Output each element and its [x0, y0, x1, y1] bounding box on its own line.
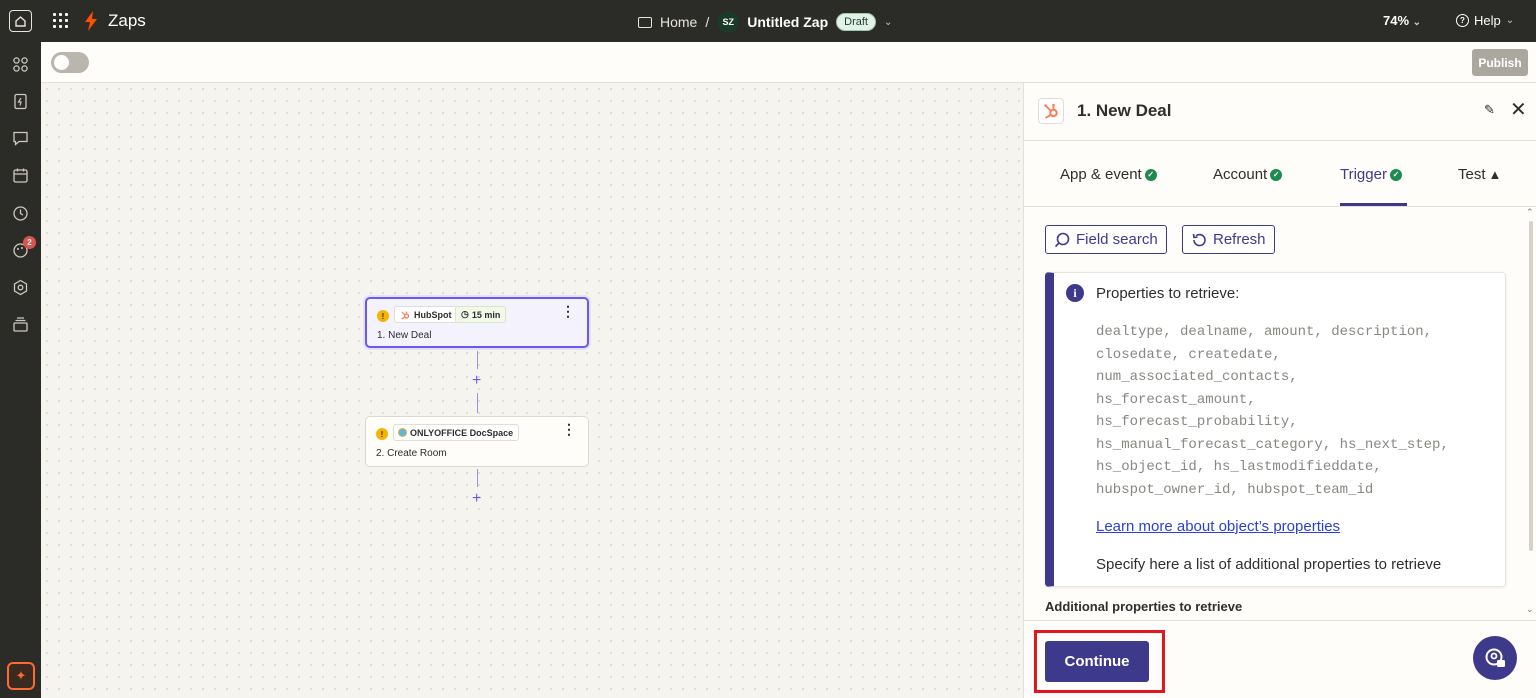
chevron-down-icon: ⌄ [1412, 17, 1422, 28]
chevron-down-icon[interactable]: ⌄ [884, 17, 892, 28]
chat-support-icon[interactable] [1473, 636, 1517, 680]
clock-icon: ◷ [461, 309, 469, 319]
panel-header: 1. New Deal ✎ ✕ [1024, 83, 1536, 141]
check-circle-icon: ✓ [1389, 168, 1402, 181]
avatar: SZ [717, 11, 740, 33]
warning-icon: ! [376, 428, 388, 440]
check-circle-icon: ✓ [1270, 168, 1283, 181]
top-bar: Zaps Home / SZ Untitled Zap Draft ⌄ 74% … [0, 0, 1536, 42]
info-callout: i Properties to retrieve: dealtype, deal… [1045, 272, 1506, 587]
step-title: 1. New Deal [377, 330, 432, 341]
warning-icon: ! [377, 310, 389, 322]
connector-line [477, 393, 478, 413]
step-editor-panel: 1. New Deal ✎ ✕ App & event ✓ Account ✓ … [1023, 83, 1536, 698]
hubspot-icon [401, 311, 410, 320]
field-search-button[interactable]: Field search [1045, 225, 1167, 254]
step-tabs: App & event ✓ Account ✓ Trigger ✓ Test ▲ [1024, 141, 1536, 207]
polling-time-pill: ◷ 15 min [455, 306, 507, 323]
app-pill: HubSpot [394, 306, 458, 323]
zaps-icon[interactable] [12, 93, 29, 110]
zap-canvas[interactable]: ! HubSpot ◷ 15 min ⋮ 1. New Deal + ! ONL… [41, 83, 1023, 698]
history-icon[interactable] [12, 205, 29, 222]
step-card-trigger[interactable]: ! HubSpot ◷ 15 min ⋮ 1. New Deal [365, 297, 589, 348]
check-circle-icon: ✓ [1144, 168, 1157, 181]
more-options-icon[interactable]: ⋮ [561, 304, 575, 318]
panel-footer: Continue [1024, 620, 1536, 698]
continue-button[interactable]: Continue [1045, 641, 1149, 682]
connector-line [477, 351, 478, 369]
connector-line [477, 469, 478, 487]
info-icon: i [1066, 284, 1084, 302]
settings-icon[interactable] [12, 279, 29, 296]
scroll-down-icon[interactable]: ⌄ [1526, 604, 1534, 615]
breadcrumb-home[interactable]: Home [660, 14, 697, 30]
app-grid-icon[interactable] [53, 13, 68, 28]
search-icon [1054, 232, 1070, 247]
step-card-action[interactable]: ! ONLYOFFICE DocSpace ⋮ 2. Create Room [365, 416, 589, 467]
refresh-icon [1192, 233, 1206, 246]
tab-trigger[interactable]: Trigger ✓ [1340, 166, 1402, 183]
zapier-bolt-icon [84, 11, 98, 36]
left-sidebar: 2 ✦ [0, 42, 41, 698]
publish-button[interactable]: Publish [1472, 49, 1528, 76]
refresh-button[interactable]: Refresh [1182, 225, 1275, 254]
scroll-up-icon[interactable]: ⌃ [1526, 207, 1534, 218]
onlyoffice-icon [399, 429, 406, 436]
learn-more-link[interactable]: Learn more about object’s properties [1096, 518, 1340, 535]
chevron-down-icon: ⌄ [1505, 15, 1515, 26]
app-pill: ONLYOFFICE DocSpace [393, 424, 520, 441]
tables-icon[interactable] [12, 167, 29, 184]
tab-app-event[interactable]: App & event ✓ [1060, 166, 1157, 183]
add-step-button[interactable]: + [472, 490, 481, 508]
editor-toolbar: Publish [41, 42, 1536, 83]
info-title: Properties to retrieve: [1096, 285, 1240, 302]
home-icon[interactable] [9, 10, 32, 32]
status-badge: Draft [836, 13, 876, 31]
tab-test[interactable]: Test ▲ [1458, 166, 1501, 183]
folder-icon [638, 16, 652, 28]
warning-triangle-icon: ▲ [1488, 167, 1502, 182]
panel-title: 1. New Deal [1077, 101, 1172, 120]
info-description: Specify here a list of additional proper… [1096, 556, 1442, 573]
interfaces-icon[interactable] [12, 130, 29, 147]
properties-list: dealtype, dealname, amount, description,… [1096, 324, 1449, 498]
step-title: 2. Create Room [376, 448, 447, 459]
help-menu[interactable]: ? Help ⌄ [1456, 13, 1514, 28]
archive-icon[interactable] [12, 316, 29, 333]
active-tab-indicator [1340, 203, 1407, 206]
help-icon: ? [1456, 14, 1469, 27]
more-options-icon[interactable]: ⋮ [562, 422, 576, 436]
zoom-level: 74% [1383, 13, 1410, 28]
zap-name[interactable]: Untitled Zap [747, 14, 828, 30]
tab-account[interactable]: Account ✓ [1213, 166, 1283, 183]
hubspot-icon [1038, 98, 1064, 124]
close-icon[interactable]: ✕ [1510, 97, 1527, 122]
zaps-link[interactable]: Zaps [108, 11, 146, 31]
help-label: Help [1474, 13, 1501, 28]
copilot-sparkle-icon[interactable]: ✦ [7, 662, 35, 690]
scrollbar[interactable] [1529, 221, 1533, 551]
apps-icon[interactable] [12, 56, 29, 73]
zap-on-off-toggle[interactable] [51, 52, 89, 73]
field-label: Additional properties to retrieve [1045, 599, 1243, 614]
notification-badge: 2 [23, 236, 36, 249]
breadcrumb-separator: / [705, 14, 710, 30]
breadcrumb: Home / SZ Untitled Zap Draft ⌄ [638, 11, 892, 33]
add-step-button[interactable]: + [472, 372, 481, 390]
zoom-selector[interactable]: 74% ⌄ [1383, 13, 1421, 28]
pencil-icon[interactable]: ✎ [1484, 102, 1495, 118]
